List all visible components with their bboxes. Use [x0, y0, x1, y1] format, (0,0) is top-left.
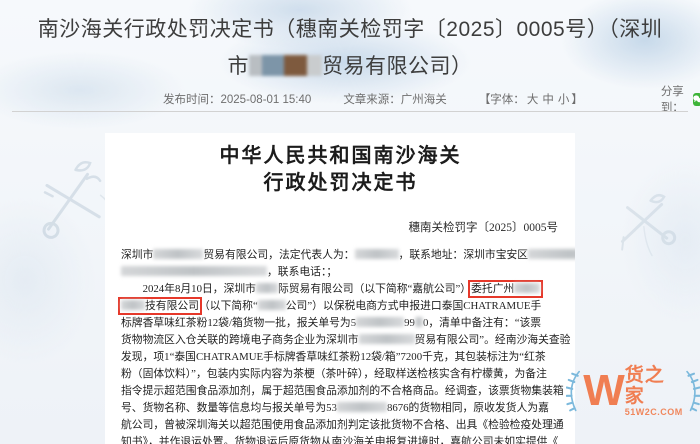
doc-line: 货物物流区入仓关联的跨境电子商务企业为深圳市 贸易有限公司”。经南沙海关查验 — [121, 332, 570, 349]
laurel-wreath-right-icon — [686, 370, 700, 412]
doc-text: 2024年8月10日，深圳市 — [121, 283, 256, 295]
doc-line: 发现，项1“泰国CHATRAMUE手标牌香草味红茶粉12袋/箱”7200千克，其… — [121, 349, 560, 366]
doc-text: 货物物流区入仓关联的跨境电子商务企业为深圳市 — [121, 334, 359, 346]
doc-text: ，联系电话：； — [267, 266, 338, 278]
redacted-text — [336, 402, 387, 412]
font-size-small[interactable]: 小 — [558, 94, 570, 106]
doc-text: （以下简称“ — [198, 300, 258, 312]
doc-line: 标牌香草味红茶粉12袋/箱货物一批，报关单号为5 99 0，清单中备注有：“该票 — [121, 315, 560, 332]
font-size-large[interactable]: 大 — [527, 94, 539, 106]
watermark-name: 货之家 — [624, 365, 665, 407]
doc-line: 号、货物名称、数量等信息均与报关单号为53 8676的货物相同，原收发货人为嘉 — [121, 400, 560, 417]
doc-text: 0，清单中备注有：“该票 — [422, 317, 542, 329]
doc-text: 公司”）以保税电商方式申报进口泰国CHATRAMUE手 — [285, 300, 542, 312]
font-size-medium[interactable]: 中 — [542, 94, 554, 106]
publish-time: 发布时间：2025-08-01 15:40 — [163, 94, 312, 106]
doc-text: 贸易有限公司，法定代表人为： — [203, 249, 355, 261]
doc-text: 指令提示超范围食品添加剂，属于超范围食品添加剂的不合格商品。经调查，该票货物集装… — [121, 385, 564, 397]
doc-line: 粉（固体饮料）”，包装内实际内容为茶梗（茶叶碎），经取样送检核实含有柠檬黄，为备… — [121, 366, 560, 383]
doc-text: 号、货物名称、数量等信息均与报关单号为53 — [121, 402, 337, 414]
redacted-text — [255, 283, 278, 293]
page-title-part2: 贸易有限公司） — [322, 55, 473, 78]
redacted-text — [528, 249, 575, 259]
doc-line: 航公司，曾被深圳海关以超范围使用食品添加剂判定该批货物不合格、出具《检验检疫处理… — [121, 417, 564, 434]
redacted-text — [153, 249, 204, 259]
redacted-company-name — [249, 55, 322, 76]
wechat-share-icon[interactable] — [692, 92, 700, 106]
doc-line: 指令提示超范围食品添加剂，属于超范围食品添加剂的不合格商品。经调查，该票货物集装… — [121, 383, 564, 400]
site-watermark-logo: W 货之家 51W2C.COM — [566, 360, 700, 422]
watermark-site: 51W2C.COM — [624, 407, 683, 417]
red-highlight-box: 委托广州 — [468, 280, 544, 298]
document-org-line: 中华人民共和国南沙海关 — [219, 145, 462, 167]
redacted-text — [356, 317, 405, 327]
red-highlight-box: 技有限公司 — [118, 297, 202, 315]
doc-line: 技有限公司（以下简称“ 公司”）以保税电商方式申报进口泰国CHATRAMUE手 — [118, 297, 560, 315]
doc-text: 知书》，并作退运处置。货物退运后原货物从南沙海关申报复进境时，嘉航公司未如实提供… — [121, 436, 559, 444]
doc-text: 标牌香草味红茶粉12袋/箱货物一批，报关单号为5 — [121, 317, 357, 329]
doc-text: 技有限公司 — [145, 300, 199, 312]
doc-text: 委托广州 — [471, 283, 515, 295]
redacted-text — [414, 317, 423, 327]
doc-text: 99 — [404, 317, 415, 329]
doc-text: 粉（固体饮料）”，包装内实际内容为茶梗（茶叶碎），经取样送检核实含有柠檬黄，为备… — [121, 368, 547, 380]
doc-text: 贸易有限公司”。经南沙海关查验 — [414, 334, 571, 346]
doc-text: 深圳市 — [121, 249, 154, 261]
doc-text: 发现，项1“泰国CHATRAMUE手标牌香草味红茶粉12袋/箱”7200千克，其… — [121, 351, 546, 363]
document-title-line: 行政处罚决定书 — [263, 172, 418, 194]
watermark-letter: W — [583, 366, 625, 415]
doc-text: 际贸易有限公司（以下简称“嘉航公司”） — [277, 283, 472, 295]
doc-text: 8676的货物相同，原收发货人为嘉 — [386, 402, 549, 414]
redacted-text — [121, 300, 145, 310]
doc-text: 航公司，曾被深圳海关以超范围使用食品添加剂判定该批货物不合格、出具《检验检疫处理… — [121, 419, 564, 431]
redacted-text — [121, 266, 267, 276]
document-paper: 中华人民共和国南沙海关 行政处罚决定书 穗南关检罚字〔2025〕0005号 深圳… — [105, 133, 575, 444]
doc-body: 深圳市 贸易有限公司，法定代表人为： ，联系地址：深圳市宝安区 ，联系电话：； 202… — [118, 247, 575, 444]
doc-line: 知书》，并作退运处置。货物退运后原货物从南沙海关申报复进境时，嘉航公司未如实提供… — [121, 434, 560, 444]
doc-line: ，联系电话：； — [121, 264, 560, 281]
laurel-wreath-left-icon — [566, 370, 580, 412]
redacted-text — [257, 300, 286, 310]
font-switch-suffix: 】 — [571, 94, 583, 106]
article-source: 文章来源：广州海关 — [343, 94, 447, 106]
font-switch-prefix: 【字体： — [478, 94, 525, 106]
header-divider — [12, 111, 688, 112]
redacted-text — [358, 334, 415, 344]
doc-text: ，联系地址：深圳市宝安区 — [398, 249, 529, 261]
doc-line: 深圳市 贸易有限公司，法定代表人为： ，联系地址：深圳市宝安区 — [121, 247, 575, 264]
font-size-switcher: 【字体：大中小】 — [479, 91, 583, 107]
page-title: 南沙海关行政处罚决定书（穗南关检罚字〔2025〕0005号）（深圳市 贸易有限公司… — [30, 11, 670, 85]
doc-line: 2024年8月10日，深圳市 际贸易有限公司（以下简称“嘉航公司”）委托广州 — [121, 280, 560, 298]
document-number: 穗南关检罚字〔2025〕0005号 — [408, 222, 559, 234]
customs-emblem-watermark-right — [620, 193, 677, 257]
redacted-text — [514, 283, 541, 293]
redacted-text — [354, 249, 399, 259]
